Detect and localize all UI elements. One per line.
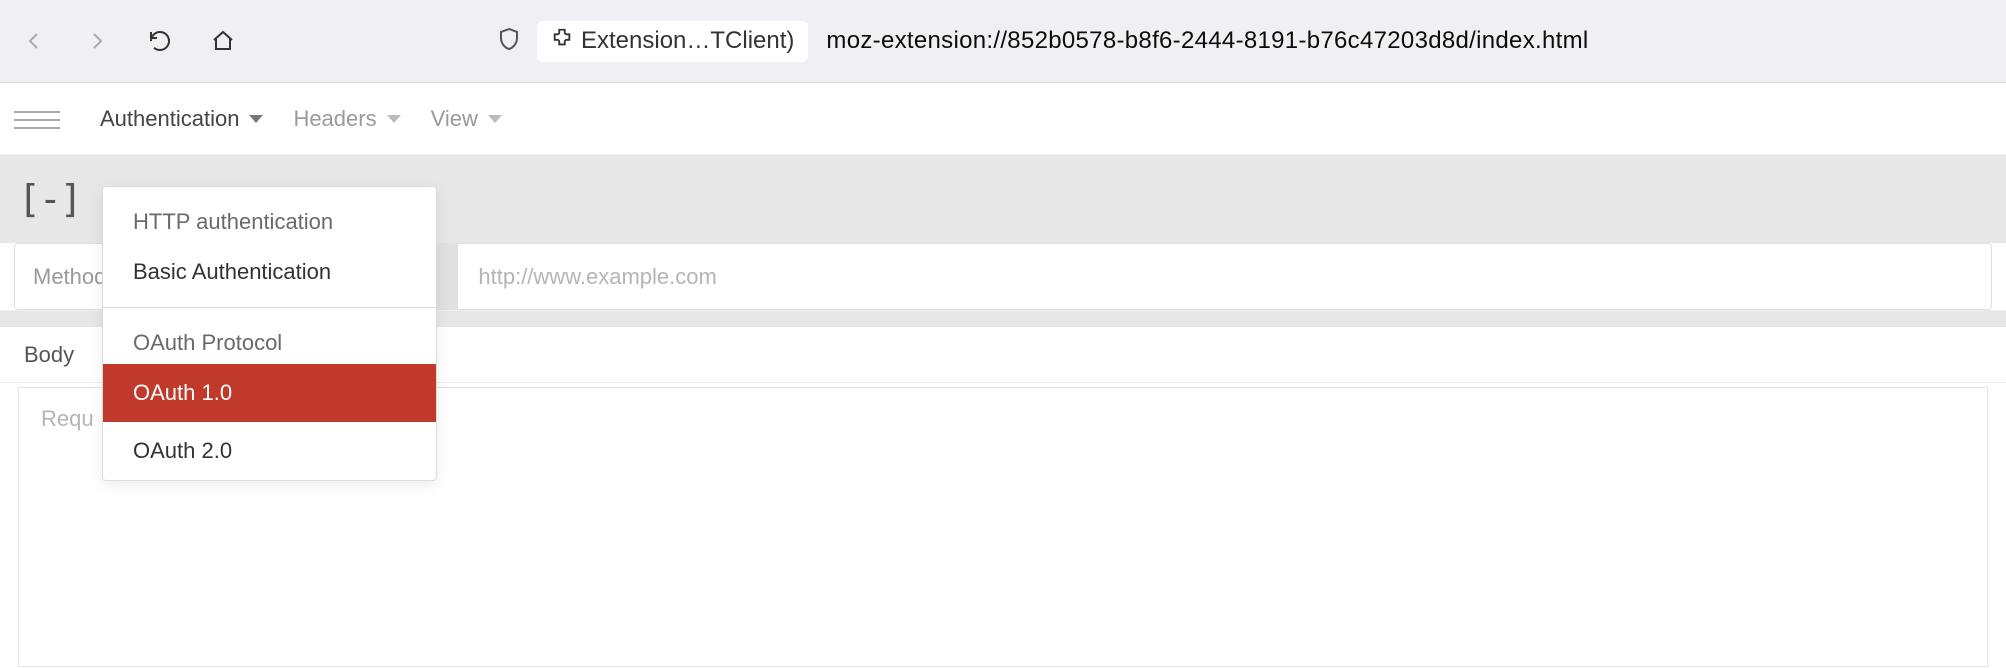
menu-view[interactable]: View — [431, 106, 502, 132]
menu-authentication[interactable]: Authentication — [100, 106, 263, 132]
dropdown-section-http: HTTP authentication — [103, 187, 436, 243]
menu-view-label: View — [431, 106, 478, 132]
chevron-down-icon — [488, 115, 502, 123]
forward-button[interactable] — [83, 27, 111, 55]
dropdown-section-oauth: OAuth Protocol — [103, 308, 436, 364]
dropdown-item-oauth2[interactable]: OAuth 2.0 — [103, 422, 436, 480]
extension-badge[interactable]: Extension…TClient) — [537, 21, 808, 62]
collapse-toggle[interactable]: [-] — [18, 177, 81, 221]
url-input[interactable] — [458, 264, 1991, 290]
address-bar[interactable]: Extension…TClient) moz-extension://852b0… — [497, 21, 1589, 62]
extension-label: Extension…TClient) — [581, 27, 794, 55]
nav-buttons — [20, 27, 237, 55]
url-text: moz-extension://852b0578-b8f6-2444-8191-… — [826, 27, 1588, 55]
home-button[interactable] — [209, 27, 237, 55]
chevron-down-icon — [387, 115, 401, 123]
back-button[interactable] — [20, 27, 48, 55]
url-field-container — [395, 243, 1992, 310]
shield-icon — [497, 27, 521, 56]
authentication-dropdown: HTTP authentication Basic Authentication… — [102, 186, 437, 481]
extension-icon — [551, 27, 573, 56]
reload-button[interactable] — [146, 27, 174, 55]
menu-headers[interactable]: Headers — [293, 106, 400, 132]
request-body-label: Requ — [41, 406, 94, 431]
menu-authentication-label: Authentication — [100, 106, 239, 132]
dropdown-item-basic-auth[interactable]: Basic Authentication — [103, 243, 436, 301]
dropdown-item-oauth1[interactable]: OAuth 1.0 — [103, 364, 436, 422]
hamburger-menu[interactable] — [14, 111, 60, 129]
browser-chrome: Extension…TClient) moz-extension://852b0… — [0, 0, 2006, 83]
chevron-down-icon — [249, 115, 263, 123]
tab-body[interactable]: Body — [24, 342, 74, 368]
menu-headers-label: Headers — [293, 106, 376, 132]
method-label: Method — [33, 264, 106, 290]
app-toolbar: Authentication Headers View — [0, 83, 2006, 155]
